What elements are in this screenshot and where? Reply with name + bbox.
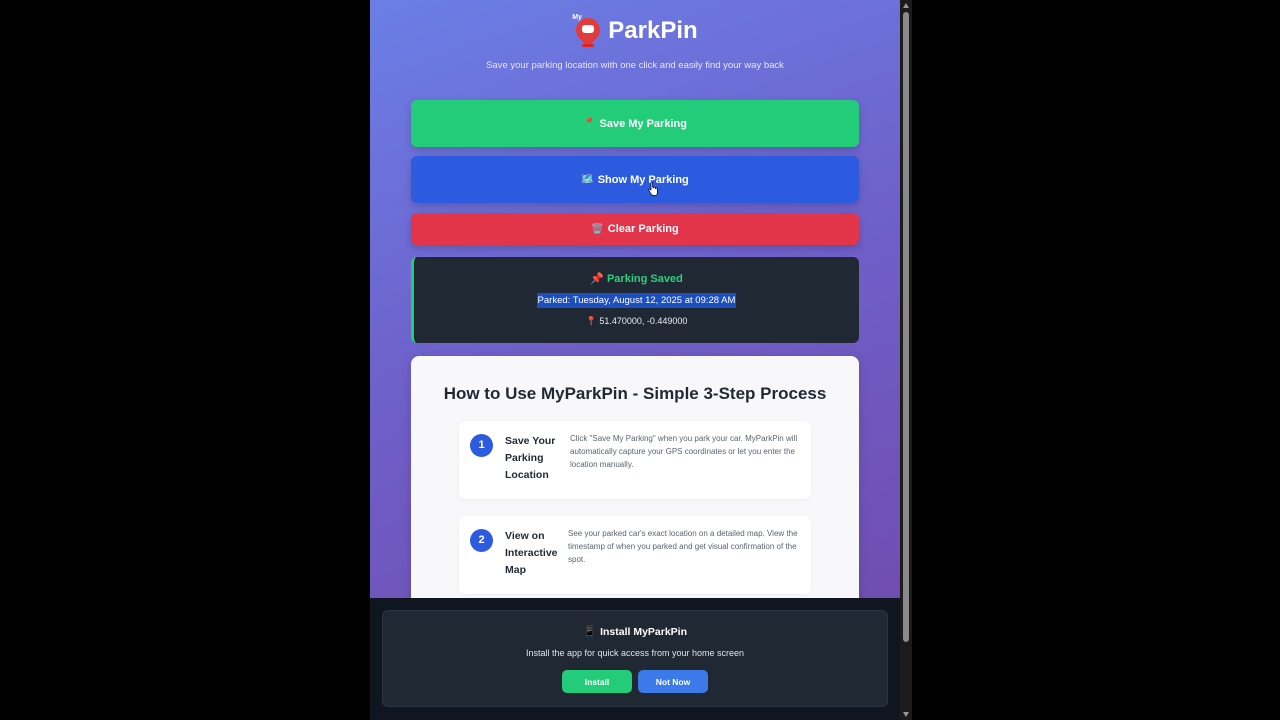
step-title: Save Your Parking Location xyxy=(505,435,556,481)
how-to-title: How to Use MyParkPin - Simple 3-Step Pro… xyxy=(443,384,827,403)
step-card: 2 View on Interactive Map See your parke… xyxy=(459,516,811,594)
install-prompt-card: 📱 Install MyParkPin Install the app for … xyxy=(382,610,888,707)
logo-base-shape xyxy=(582,44,595,47)
not-now-button[interactable]: Not Now xyxy=(638,670,708,693)
pin-icon: 📍 xyxy=(583,118,596,129)
step-title: View on Interactive Map xyxy=(505,530,558,576)
install-description: Install the app for quick access from yo… xyxy=(525,648,745,658)
install-title: Install MyParkPin xyxy=(600,625,688,638)
step-description: See your parked car's exact location on … xyxy=(568,529,798,564)
step-description: Click "Save My Parking" when you park yo… xyxy=(570,434,798,469)
phone-icon: 📱 xyxy=(582,626,597,638)
logo-text: My xyxy=(572,14,583,21)
app-title: ParkPin xyxy=(608,17,698,44)
step-number-badge: 1 xyxy=(470,434,493,457)
scroll-down-arrow-icon[interactable] xyxy=(903,712,909,717)
show-parking-button[interactable]: 🗺️ Show My Parking xyxy=(411,156,859,203)
show-parking-label: Show My Parking xyxy=(597,173,689,186)
install-button-row: Install Not Now xyxy=(383,670,887,693)
parking-status-card: 📌 Parking Saved Parked: Tuesday, August … xyxy=(411,257,859,343)
pushpin-icon: 📌 xyxy=(590,273,604,285)
app-viewport: My ParkPin Save your parking location wi… xyxy=(370,0,900,720)
clear-parking-button[interactable]: 🗑️ Clear Parking xyxy=(411,213,859,245)
install-overlay: 📱 Install MyParkPin Install the app for … xyxy=(370,598,900,720)
save-parking-label: Save My Parking xyxy=(599,117,687,130)
app-subtitle: Save your parking location with one clic… xyxy=(486,60,784,71)
parked-timestamp: Parked: Tuesday, August 12, 2025 at 09:2… xyxy=(536,293,737,308)
status-title: Parking Saved xyxy=(606,273,683,285)
scroll-up-arrow-icon[interactable] xyxy=(903,3,909,8)
hand-cursor-icon xyxy=(648,182,658,196)
install-button[interactable]: Install xyxy=(562,670,632,693)
logo-row: My ParkPin xyxy=(370,12,900,50)
map-icon: 🗺️ xyxy=(581,174,594,185)
step-card: 1 Save Your Parking Location Click "Save… xyxy=(459,421,811,499)
scrollbar-thumb[interactable] xyxy=(903,12,909,642)
coordinates-row: 📍 51.470000, -0.449000 xyxy=(414,316,859,327)
install-title-row: 📱 Install MyParkPin xyxy=(383,625,887,639)
step-number-badge: 2 xyxy=(470,529,493,552)
vertical-scrollbar[interactable] xyxy=(900,0,912,720)
header: My ParkPin Save your parking location wi… xyxy=(370,12,900,71)
how-to-use-card: How to Use MyParkPin - Simple 3-Step Pro… xyxy=(411,356,859,616)
location-pin-icon: 📍 xyxy=(585,316,597,326)
save-parking-button[interactable]: 📍 Save My Parking xyxy=(411,100,859,147)
parkpin-logo-icon: My xyxy=(571,13,606,48)
logo-car-shape xyxy=(582,25,595,33)
status-title-row: 📌 Parking Saved xyxy=(414,272,859,285)
clear-parking-label: Clear Parking xyxy=(607,223,679,235)
trash-icon: 🗑️ xyxy=(591,223,604,235)
coordinates-value: 51.470000, -0.449000 xyxy=(599,316,688,326)
